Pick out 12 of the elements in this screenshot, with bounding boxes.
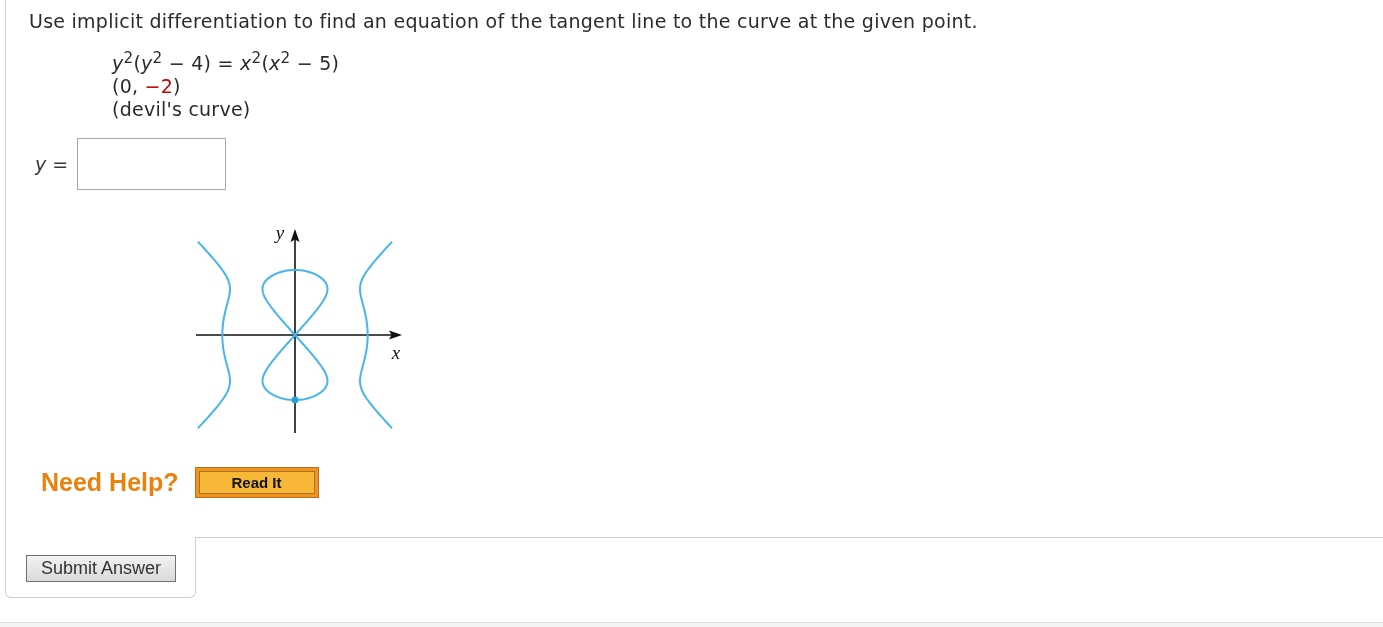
x-axis-label: x xyxy=(391,342,401,363)
equation: y$^{2}$(y$^{2}$ − 4) = x$^{2}$(x$^{2}$ − 5) xyxy=(112,52,340,75)
answer-label: y = xyxy=(35,153,69,175)
question-prompt: Use implicit differentiation to find an equation of the tangent line to the curve at the given point. xyxy=(29,10,978,32)
answer-field[interactable] xyxy=(77,138,227,190)
given-point: (0, −2) xyxy=(112,75,181,98)
submit-answer-button[interactable]: Submit Answer xyxy=(26,555,176,582)
curve-name: (devil's curve) xyxy=(112,98,251,121)
need-help-label: Need Help? xyxy=(41,467,179,498)
point-marker-icon xyxy=(291,396,299,404)
read-it-button[interactable]: Read It xyxy=(194,467,319,498)
y-axis-label: y xyxy=(275,222,285,243)
